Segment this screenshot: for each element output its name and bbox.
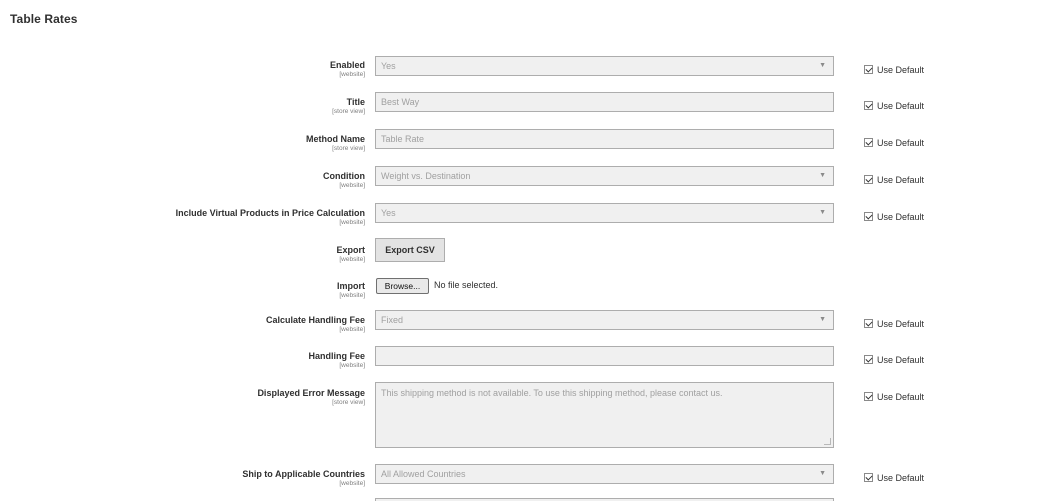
label-name: Export <box>336 245 365 255</box>
label-name: Include Virtual Products in Price Calcul… <box>175 208 365 218</box>
checkbox-checked-icon[interactable] <box>864 101 873 111</box>
field-label: Method Name [store view] <box>306 133 365 153</box>
select-value: Weight vs. Destination <box>381 171 471 181</box>
use-default-method-name[interactable]: Use Default <box>864 134 925 148</box>
title-input[interactable]: Best Way <box>375 92 834 112</box>
field-label: Export [website] <box>336 244 365 264</box>
condition-select[interactable]: Weight vs. Destination ▼ <box>375 166 834 186</box>
enabled-select[interactable]: Yes ▼ <box>375 56 834 76</box>
field-label: Ship to Applicable Countries [website] <box>242 468 365 488</box>
chevron-down-icon: ▼ <box>819 172 826 179</box>
use-default-label: Use Default <box>877 318 925 329</box>
use-default-include-virtual[interactable]: Use Default <box>864 208 925 222</box>
label-name: Method Name <box>305 134 365 144</box>
input-value: Table Rate <box>381 134 425 144</box>
calc-handling-fee-select[interactable]: Fixed ▼ <box>375 310 834 330</box>
input-value: Best Way <box>381 97 420 107</box>
label-scope: [store view] <box>332 108 365 115</box>
use-default-label: Use Default <box>877 174 925 185</box>
checkbox-checked-icon[interactable] <box>864 392 873 402</box>
label-name: Displayed Error Message <box>257 388 365 398</box>
method-name-input[interactable]: Table Rate <box>375 129 834 149</box>
checkbox-checked-icon[interactable] <box>864 473 873 483</box>
label-scope: [store view] <box>332 145 365 152</box>
label-name: Ship to Applicable Countries <box>242 469 365 479</box>
checkbox-checked-icon[interactable] <box>864 355 873 365</box>
label-scope: [website] <box>339 362 365 369</box>
browse-button[interactable]: Browse... <box>376 278 429 294</box>
chevron-down-icon: ▼ <box>819 316 826 323</box>
checkbox-checked-icon[interactable] <box>864 319 873 329</box>
label-name: Enabled <box>329 60 365 70</box>
field-label: Import [website] <box>337 280 365 300</box>
checkbox-checked-icon[interactable] <box>864 175 873 185</box>
use-default-label: Use Default <box>877 211 925 222</box>
include-virtual-select[interactable]: Yes ▼ <box>375 203 834 223</box>
use-default-calc-handling-fee[interactable]: Use Default <box>864 315 925 329</box>
field-label: Displayed Error Message [store view] <box>257 387 365 407</box>
label-name: Import <box>337 281 365 291</box>
select-value: Fixed <box>381 315 404 325</box>
use-default-label: Use Default <box>877 354 925 365</box>
section-title: Table Rates <box>10 12 78 26</box>
chevron-down-icon: ▼ <box>819 62 826 69</box>
ship-countries-select[interactable]: All Allowed Countries ▼ <box>375 464 834 484</box>
textarea-value: This shipping method is not available. T… <box>381 388 723 398</box>
label-scope: [website] <box>339 219 365 226</box>
field-label: Condition [website] <box>323 170 365 190</box>
use-default-label: Use Default <box>877 391 925 402</box>
resize-handle-icon[interactable] <box>824 438 831 445</box>
label-scope: [store view] <box>332 399 365 406</box>
label-scope: [website] <box>339 292 365 299</box>
use-default-enabled[interactable]: Use Default <box>864 61 925 75</box>
use-default-label: Use Default <box>877 137 925 148</box>
checkbox-checked-icon[interactable] <box>864 138 873 148</box>
field-label: Handling Fee [website] <box>308 350 365 370</box>
label-scope: [website] <box>339 256 365 263</box>
select-value: Yes <box>381 208 396 218</box>
label-name: Calculate Handling Fee <box>265 315 365 325</box>
use-default-label: Use Default <box>877 472 925 483</box>
label-scope: [website] <box>339 480 365 487</box>
field-label: Enabled [website] <box>330 59 365 79</box>
handling-fee-input[interactable] <box>375 346 834 366</box>
use-default-ship-countries[interactable]: Use Default <box>864 469 925 483</box>
label-name: Title <box>346 97 365 107</box>
use-default-title[interactable]: Use Default <box>864 97 925 111</box>
error-message-textarea[interactable]: This shipping method is not available. T… <box>375 382 834 448</box>
use-default-label: Use Default <box>877 100 925 111</box>
chevron-down-icon: ▼ <box>819 470 826 477</box>
label-name: Handling Fee <box>308 351 365 361</box>
use-default-label: Use Default <box>877 64 925 75</box>
label-name: Condition <box>323 171 365 181</box>
use-default-handling-fee[interactable]: Use Default <box>864 351 925 365</box>
checkbox-checked-icon[interactable] <box>864 212 873 222</box>
field-label: Title [store view] <box>332 96 365 116</box>
file-status: No file selected. <box>434 280 499 290</box>
use-default-condition[interactable]: Use Default <box>864 171 925 185</box>
select-value: Yes <box>381 61 396 71</box>
label-scope: [website] <box>339 71 365 78</box>
label-scope: [website] <box>339 326 365 333</box>
select-value: All Allowed Countries <box>381 469 466 479</box>
field-label: Calculate Handling Fee [website] <box>266 314 365 334</box>
field-label: Include Virtual Products in Price Calcul… <box>176 207 365 227</box>
checkbox-checked-icon[interactable] <box>864 65 873 75</box>
label-scope: [website] <box>339 182 365 189</box>
use-default-error-message[interactable]: Use Default <box>864 388 925 402</box>
chevron-down-icon: ▼ <box>819 209 826 216</box>
export-csv-button[interactable]: Export CSV <box>375 238 445 262</box>
